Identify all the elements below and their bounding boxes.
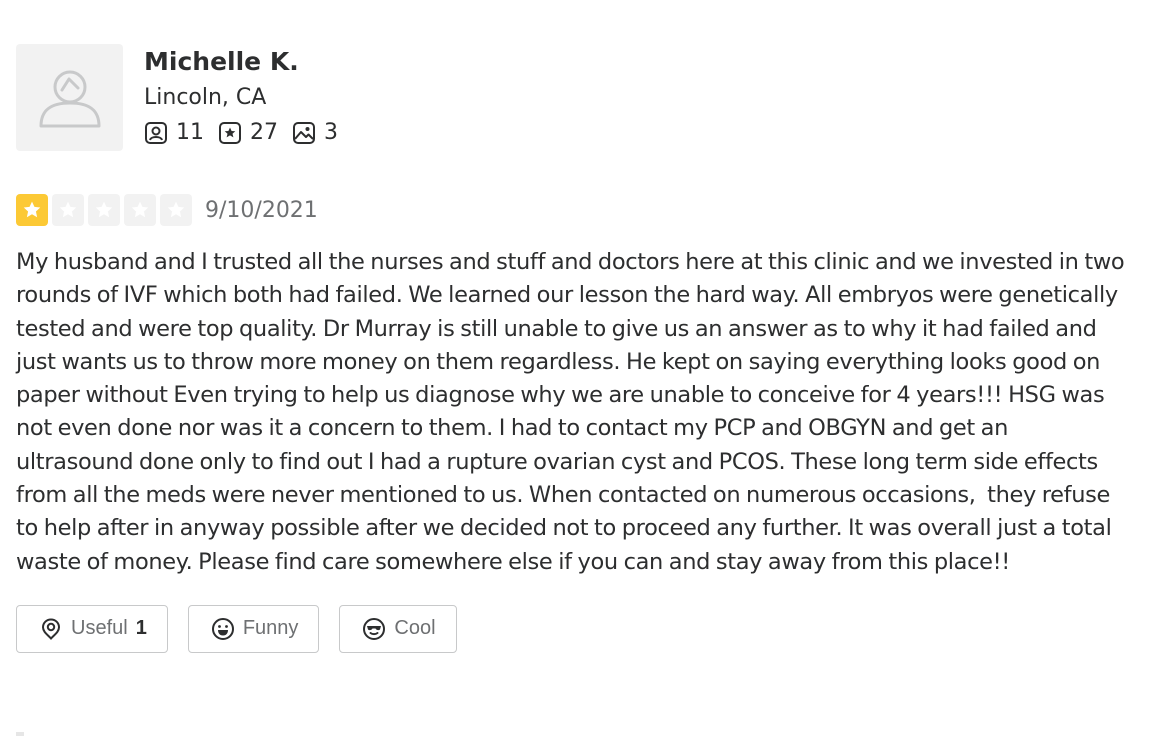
photo-icon bbox=[293, 121, 315, 144]
friends-icon bbox=[145, 121, 167, 144]
friends-stat: 11 bbox=[144, 120, 204, 145]
rating-star bbox=[16, 194, 48, 226]
user-passport: Michelle K. Lincoln, CA 11 27 3 bbox=[16, 44, 1126, 151]
user-info: Michelle K. Lincoln, CA 11 27 3 bbox=[144, 44, 352, 145]
photos-stat: 3 bbox=[292, 120, 338, 145]
star-icon bbox=[167, 201, 185, 218]
funny-label: Funny bbox=[242, 617, 299, 640]
rating-star bbox=[88, 194, 120, 226]
useful-count: 1 bbox=[135, 617, 147, 640]
reaction-buttons: Useful 1 Funny Cool bbox=[16, 604, 1126, 653]
review-card: Michelle K. Lincoln, CA 11 27 3 9/10/202… bbox=[16, 44, 1126, 653]
star-icon bbox=[95, 201, 113, 218]
user-name[interactable]: Michelle K. bbox=[144, 45, 352, 79]
divider bbox=[16, 732, 24, 736]
star-icon bbox=[59, 201, 77, 218]
reviews-count: 27 bbox=[250, 120, 278, 145]
review-text: My husband and I trusted all the nurses … bbox=[16, 249, 1131, 575]
sunglasses-face-icon bbox=[363, 617, 386, 640]
rating-row: 9/10/2021 bbox=[16, 194, 1126, 226]
reviews-stat: 27 bbox=[218, 120, 278, 145]
star-icon bbox=[23, 201, 41, 218]
lightbulb-icon bbox=[41, 618, 61, 641]
review-star-icon bbox=[219, 121, 241, 144]
rating-star bbox=[160, 194, 192, 226]
cool-button[interactable]: Cool bbox=[339, 604, 457, 653]
funny-button[interactable]: Funny bbox=[187, 604, 320, 653]
star-rating bbox=[16, 194, 196, 226]
laugh-face-icon bbox=[211, 617, 234, 640]
useful-button[interactable]: Useful 1 bbox=[16, 604, 168, 653]
photos-count: 3 bbox=[324, 120, 338, 145]
rating-star bbox=[124, 194, 156, 226]
star-icon bbox=[131, 201, 149, 218]
cool-label: Cool bbox=[394, 617, 436, 640]
default-user-icon bbox=[39, 70, 100, 127]
user-location: Lincoln, CA bbox=[144, 85, 267, 110]
friends-count: 11 bbox=[176, 120, 204, 145]
useful-label: Useful bbox=[71, 617, 128, 640]
rating-star bbox=[52, 194, 84, 226]
user-stats: 11 27 3 bbox=[144, 120, 352, 145]
review-date: 9/10/2021 bbox=[205, 197, 318, 223]
avatar[interactable] bbox=[16, 44, 123, 151]
